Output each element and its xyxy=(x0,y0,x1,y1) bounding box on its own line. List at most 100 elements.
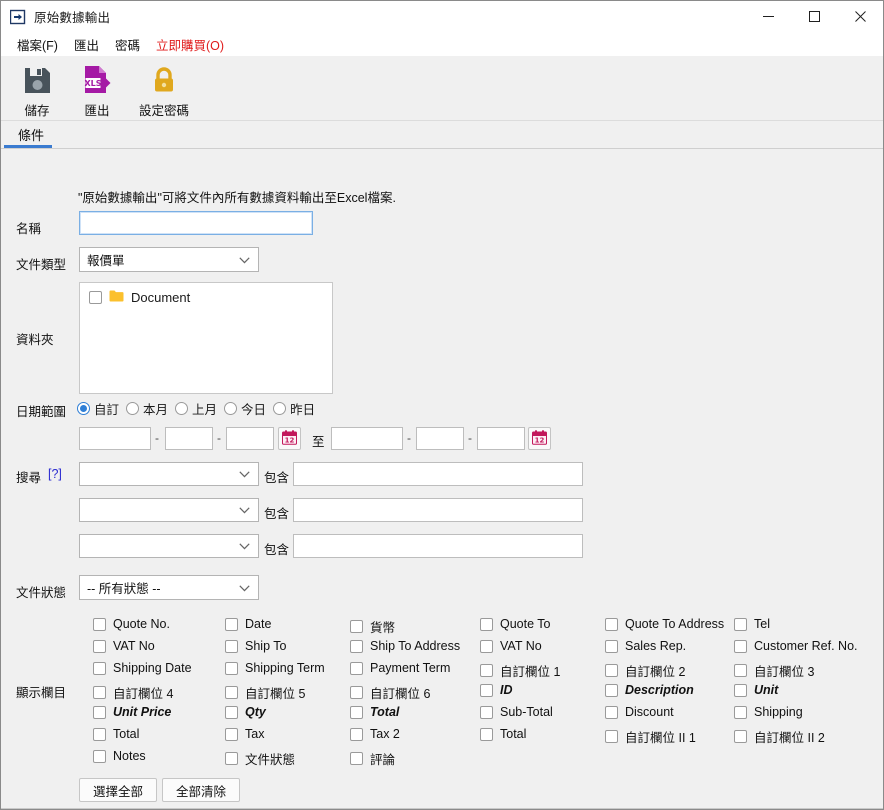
daterange-option-today[interactable]: 今日 xyxy=(224,399,266,418)
display-field-checkbox-item[interactable]: 自訂欄位 4 xyxy=(93,683,173,702)
checkbox-icon[interactable] xyxy=(605,639,618,653)
checkbox-icon[interactable] xyxy=(350,686,363,699)
checkbox-icon[interactable] xyxy=(93,617,106,631)
display-field-checkbox-item[interactable]: Tel xyxy=(734,617,770,631)
display-field-checkbox-item[interactable]: Sub-Total xyxy=(480,705,553,719)
display-field-checkbox-item[interactable]: Quote To Address xyxy=(605,617,724,631)
display-field-checkbox-item[interactable]: Shipping xyxy=(734,705,803,719)
daterange-option-last-month[interactable]: 上月 xyxy=(175,399,217,418)
checkbox-icon[interactable] xyxy=(480,617,493,631)
display-field-checkbox-item[interactable]: Tax xyxy=(225,727,264,741)
checkbox-icon[interactable] xyxy=(93,639,106,653)
checkbox-icon[interactable] xyxy=(93,686,106,699)
checkbox-icon[interactable] xyxy=(225,727,238,741)
checkbox-icon[interactable] xyxy=(93,705,106,719)
display-field-checkbox-item[interactable]: Payment Term xyxy=(350,661,450,675)
checkbox-icon[interactable] xyxy=(605,664,618,677)
menu-buy-now[interactable]: 立即購買(O) xyxy=(148,33,232,56)
close-button[interactable] xyxy=(837,1,883,32)
checkbox-icon[interactable] xyxy=(225,639,238,653)
checkbox-icon[interactable] xyxy=(480,705,493,719)
radio-icon[interactable] xyxy=(224,402,238,415)
daterange-option-custom[interactable]: 自訂 xyxy=(77,399,119,418)
display-field-checkbox-item[interactable]: Total xyxy=(480,727,526,741)
search-field-select-3[interactable] xyxy=(79,534,259,558)
display-field-checkbox-item[interactable]: Ship To xyxy=(225,639,286,653)
display-field-checkbox-item[interactable]: 自訂欄位 II 2 xyxy=(734,727,825,746)
display-field-checkbox-item[interactable]: Unit xyxy=(734,683,778,697)
checkbox-icon[interactable] xyxy=(350,727,363,741)
display-field-checkbox-item[interactable]: 評論 xyxy=(350,749,395,768)
display-field-checkbox-item[interactable]: Total xyxy=(350,705,399,719)
checkbox-icon[interactable] xyxy=(480,727,493,741)
display-field-checkbox-item[interactable]: Total xyxy=(93,727,139,741)
display-field-checkbox-item[interactable]: VAT No xyxy=(480,639,542,653)
checkbox-icon[interactable] xyxy=(480,664,493,677)
checkbox-icon[interactable] xyxy=(734,639,747,653)
display-field-checkbox-item[interactable]: 文件狀態 xyxy=(225,749,295,768)
checkbox-icon[interactable] xyxy=(93,749,106,763)
date-to-day[interactable] xyxy=(477,427,525,450)
menu-password[interactable]: 密碼 xyxy=(107,33,148,56)
toolbar-set-password[interactable]: 設定密碼 xyxy=(127,61,201,119)
display-field-checkbox-item[interactable]: Shipping Term xyxy=(225,661,325,675)
display-field-checkbox-item[interactable]: 自訂欄位 6 xyxy=(350,683,430,702)
checkbox-icon[interactable] xyxy=(350,639,363,653)
radio-icon[interactable] xyxy=(126,402,140,415)
checkbox-icon[interactable] xyxy=(225,661,238,675)
checkbox-icon[interactable] xyxy=(734,664,747,677)
checkbox-icon[interactable] xyxy=(350,661,363,675)
checkbox-icon[interactable] xyxy=(225,752,238,765)
checkbox-icon[interactable] xyxy=(734,705,747,719)
toolbar-save[interactable]: 儲存 xyxy=(7,61,67,119)
display-field-checkbox-item[interactable]: 自訂欄位 3 xyxy=(734,661,814,680)
display-field-checkbox-item[interactable]: Sales Rep. xyxy=(605,639,686,653)
display-field-checkbox-item[interactable]: 自訂欄位 1 xyxy=(480,661,560,680)
clear-all-button[interactable]: 全部清除 xyxy=(162,778,240,802)
display-field-checkbox-item[interactable]: Unit Price xyxy=(93,705,171,719)
display-field-checkbox-item[interactable]: Shipping Date xyxy=(93,661,192,675)
display-field-checkbox-item[interactable]: 貨幣 xyxy=(350,617,395,636)
checkbox-icon[interactable] xyxy=(605,617,618,631)
radio-icon[interactable] xyxy=(175,402,189,415)
display-field-checkbox-item[interactable]: 自訂欄位 II 1 xyxy=(605,727,696,746)
display-field-checkbox-item[interactable]: Tax 2 xyxy=(350,727,400,741)
display-field-checkbox-item[interactable]: ID xyxy=(480,683,513,697)
checkbox-icon[interactable] xyxy=(734,730,747,743)
display-field-checkbox-item[interactable]: Customer Ref. No. xyxy=(734,639,858,653)
date-to-year[interactable] xyxy=(331,427,403,450)
display-field-checkbox-item[interactable]: Quote To xyxy=(480,617,551,631)
radio-selected-icon[interactable] xyxy=(77,402,90,415)
checkbox-icon[interactable] xyxy=(480,639,493,653)
search-field-select-1[interactable] xyxy=(79,462,259,486)
date-from-month[interactable] xyxy=(165,427,213,450)
display-field-checkbox-item[interactable]: VAT No xyxy=(93,639,155,653)
date-to-calendar-button[interactable]: 12 xyxy=(528,427,551,450)
display-field-checkbox-item[interactable]: Date xyxy=(225,617,271,631)
display-field-checkbox-item[interactable]: Ship To Address xyxy=(350,639,460,653)
radio-icon[interactable] xyxy=(273,402,287,415)
checkbox-icon[interactable] xyxy=(605,705,618,719)
search-value-input-3[interactable] xyxy=(293,534,583,558)
search-field-select-2[interactable] xyxy=(79,498,259,522)
display-field-checkbox-item[interactable]: Description xyxy=(605,683,694,697)
display-field-checkbox-item[interactable]: Quote No. xyxy=(93,617,170,631)
checkbox-icon[interactable] xyxy=(225,617,238,631)
daterange-option-yesterday[interactable]: 昨日 xyxy=(273,399,315,418)
display-field-checkbox-item[interactable]: Notes xyxy=(93,749,146,763)
display-field-checkbox-item[interactable]: 自訂欄位 5 xyxy=(225,683,305,702)
search-help-link[interactable]: [?] xyxy=(48,467,62,481)
minimize-button[interactable] xyxy=(745,1,791,32)
daterange-option-this-month[interactable]: 本月 xyxy=(126,399,168,418)
search-value-input-2[interactable] xyxy=(293,498,583,522)
date-from-day[interactable] xyxy=(226,427,274,450)
display-field-checkbox-item[interactable]: Discount xyxy=(605,705,674,719)
display-field-checkbox-item[interactable]: Qty xyxy=(225,705,266,719)
display-field-checkbox-item[interactable]: 自訂欄位 2 xyxy=(605,661,685,680)
tab-conditions[interactable]: 條件 xyxy=(4,121,61,148)
menu-export[interactable]: 匯出 xyxy=(66,33,107,56)
checkbox-icon[interactable] xyxy=(225,705,238,719)
checkbox-icon[interactable] xyxy=(350,752,363,765)
checkbox-icon[interactable] xyxy=(734,683,747,697)
toolbar-export[interactable]: XLS 匯出 xyxy=(67,61,127,119)
